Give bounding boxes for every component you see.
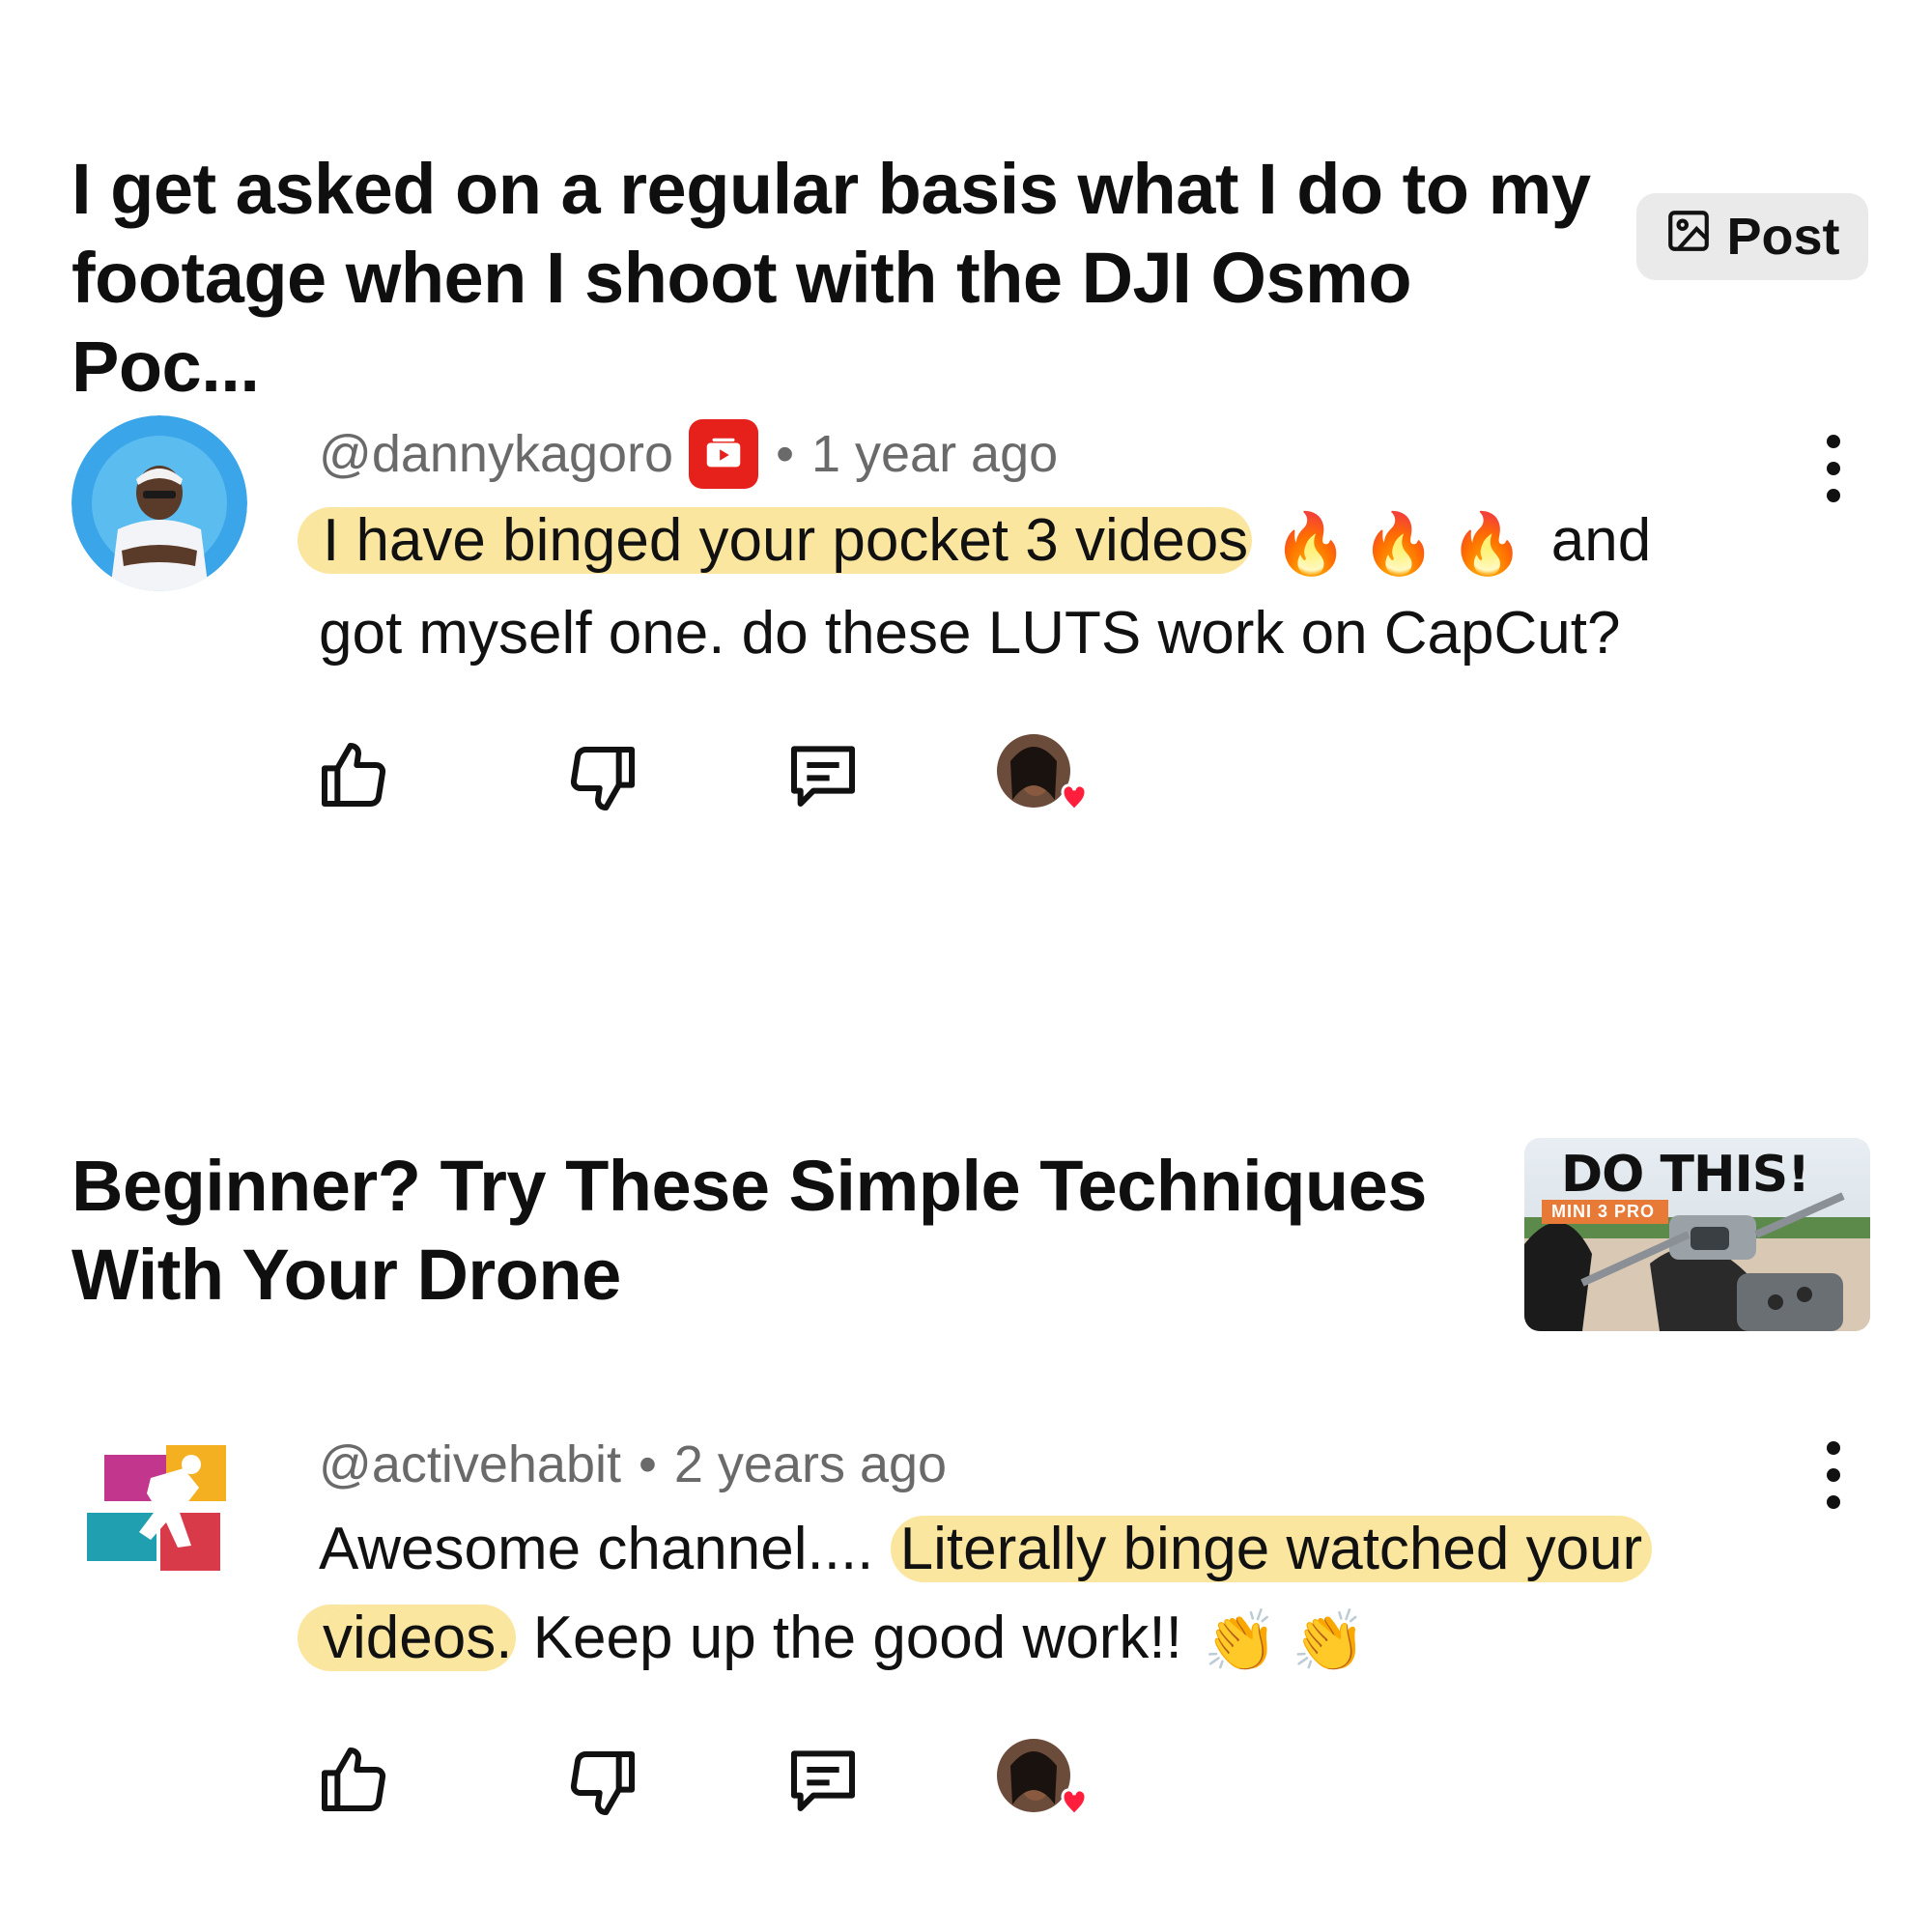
creator-heart-avatar <box>995 732 1088 825</box>
more-vert-icon[interactable] <box>1819 435 1848 502</box>
more-vert-icon[interactable] <box>1819 1441 1848 1509</box>
comment-meta: @activehabit • 2 years ago <box>319 1426 947 1503</box>
comment-meta: @dannykagoro • 1 year ago <box>319 415 1058 493</box>
like-button[interactable] <box>315 1741 392 1818</box>
comment-text-line1: Awesome channel.... Literally binge watc… <box>319 1505 1653 1594</box>
post-title-line2: footage when I shoot with the DJI Osmo P… <box>71 238 1412 407</box>
clap-emoji-icon: 👏👏 <box>1203 1607 1380 1675</box>
comment-highlight: videos. <box>319 1605 517 1671</box>
comment-icon <box>791 1750 855 1811</box>
comment-text-rest: Keep up the good work!! <box>532 1605 1182 1671</box>
thumbs-down-icon <box>570 1750 635 1815</box>
comment-time[interactable]: 1 year ago <box>811 424 1058 484</box>
comment-text: Awesome channel.... Literally binge watc… <box>319 1505 1653 1687</box>
thumbnail-tag: MINI 3 PRO <box>1542 1200 1669 1224</box>
thumbs-down-icon <box>570 746 635 810</box>
thumbs-up-icon <box>322 743 386 808</box>
avatar[interactable] <box>83 1439 238 1575</box>
comment-text-line1: I have binged your pocket 3 videos 🔥🔥🔥 and <box>319 497 1651 589</box>
avatar[interactable] <box>71 415 247 591</box>
image-icon <box>1664 207 1713 268</box>
comment-author[interactable]: @activehabit <box>319 1435 621 1494</box>
dislike-button[interactable] <box>564 740 641 817</box>
like-button[interactable] <box>315 736 392 813</box>
video-title-line1: Beginner? Try These Simple Techniques <box>71 1146 1427 1226</box>
comment-text-line2: got myself one. do these LUTS work on Ca… <box>319 599 1621 667</box>
youtube-creator-badge-icon <box>689 419 759 489</box>
creator-heart-avatar <box>995 1737 1088 1830</box>
comment-text-after-emoji: and <box>1550 507 1652 574</box>
post-title-line1: I get asked on a regular basis what I do… <box>71 149 1591 229</box>
fire-emoji-icon: 🔥🔥🔥 <box>1273 510 1538 578</box>
thumbnail-title: DO THIS! <box>1561 1146 1810 1204</box>
meta-separator: • <box>638 1435 657 1493</box>
comment-highlight: Literally binge watched your <box>890 1516 1653 1582</box>
comment-text-line2: videos. Keep up the good work!! 👏👏 <box>319 1594 1652 1687</box>
comment-time[interactable]: 2 years ago <box>674 1435 947 1494</box>
post-badge-label: Post <box>1726 208 1840 266</box>
post-title[interactable]: I get asked on a regular basis what I do… <box>71 145 1617 412</box>
reply-button[interactable] <box>784 1741 862 1818</box>
comment-text-plain: Awesome channel.... <box>319 1516 874 1582</box>
video-thumbnail[interactable]: DO THIS! MINI 3 PRO <box>1524 1138 1870 1331</box>
comment-icon <box>791 746 855 807</box>
comment-text: I have binged your pocket 3 videos 🔥🔥🔥 and… <box>319 497 1651 678</box>
reply-button[interactable] <box>784 736 862 813</box>
dislike-button[interactable] <box>564 1745 641 1822</box>
thumbs-up-icon <box>322 1747 386 1812</box>
comment-author[interactable]: @dannykagoro <box>319 424 673 484</box>
video-title[interactable]: Beginner? Try These Simple Techniques Wi… <box>71 1142 1501 1320</box>
post-badge-button[interactable]: Post <box>1636 193 1868 280</box>
meta-separator: • <box>776 425 794 483</box>
comment-highlight: I have binged your pocket 3 videos <box>319 507 1253 574</box>
video-title-line2: With Your Drone <box>71 1235 621 1315</box>
